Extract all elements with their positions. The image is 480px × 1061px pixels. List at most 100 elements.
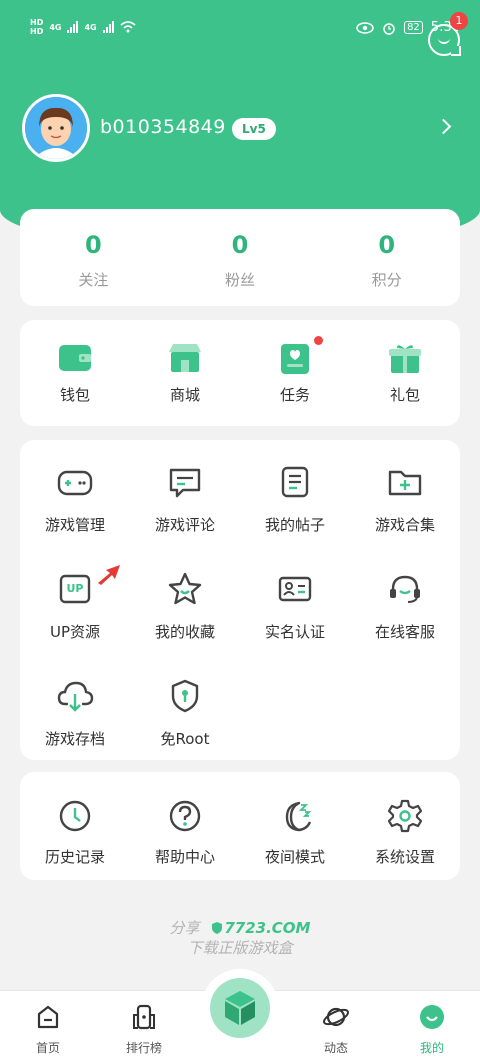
- misc-label: 夜间模式: [264, 848, 325, 866]
- battery-icon: 82: [404, 21, 423, 34]
- tool-label: UP资源: [49, 623, 101, 641]
- tool-label: 实名认证: [264, 623, 325, 641]
- real-name-auth-button[interactable]: 实名认证: [240, 569, 350, 676]
- home-icon: [37, 1005, 59, 1029]
- comment-icon: [169, 468, 201, 498]
- gear-icon: [387, 799, 423, 833]
- cube-icon: [225, 991, 255, 1025]
- id-card-icon: [278, 576, 312, 602]
- promo-site: 7723.COM: [224, 919, 311, 937]
- favorites-button[interactable]: 我的收藏: [130, 569, 240, 676]
- no-root-button[interactable]: 免Root: [130, 676, 240, 783]
- logo-icon: [212, 922, 223, 934]
- store-button[interactable]: 商城: [130, 320, 240, 426]
- game-collection-button[interactable]: 游戏合集: [350, 462, 460, 569]
- tab-label: 排行榜: [125, 1041, 162, 1055]
- clock-icon: [59, 800, 91, 832]
- red-arrow-icon: [98, 565, 120, 585]
- stat-label: 积分: [371, 271, 402, 289]
- gamepad-icon: [57, 470, 93, 496]
- game-save-button[interactable]: 游戏存档: [20, 676, 130, 783]
- misc-card: 历史记录 帮助中心 夜间模式 系统设置: [20, 772, 460, 880]
- cloud-download-icon: [57, 681, 94, 712]
- tool-label: 游戏评论: [154, 516, 215, 534]
- notification-dot: [314, 336, 323, 345]
- game-manage-button[interactable]: 游戏管理: [20, 462, 130, 569]
- help-icon: [169, 800, 201, 832]
- tab-ranking[interactable]: 排行榜: [96, 991, 192, 1061]
- store-icon: [169, 344, 201, 372]
- stat-label: 粉丝: [225, 271, 256, 289]
- gift-button[interactable]: 礼包: [350, 320, 460, 426]
- tool-label: 我的收藏: [154, 623, 215, 641]
- stat-value: 0: [84, 231, 102, 259]
- message-badge: 1: [450, 12, 468, 30]
- hd-indicators: HD HD: [30, 18, 43, 36]
- ranking-icon: [133, 1004, 155, 1030]
- task-button[interactable]: 任务: [240, 320, 350, 426]
- wifi-icon: [120, 21, 136, 33]
- network-type: 4G: [49, 22, 62, 32]
- misc-label: 系统设置: [374, 848, 435, 866]
- eye-icon: [356, 21, 374, 34]
- stat-following[interactable]: 0 关注: [20, 209, 167, 306]
- wallet-button[interactable]: 钱包: [20, 320, 130, 426]
- tab-label: 首页: [35, 1041, 60, 1055]
- hd-label: HD: [30, 27, 44, 36]
- gift-icon: [389, 345, 421, 373]
- tab-feed[interactable]: 动态: [288, 991, 384, 1061]
- quick-action-label: 钱包: [59, 386, 90, 404]
- planet-icon: [323, 1007, 349, 1027]
- up-resource-icon: UP: [55, 569, 95, 609]
- stat-value: 0: [231, 231, 249, 259]
- headset-icon: [390, 575, 420, 603]
- up-icon-text: UP: [66, 582, 84, 595]
- customer-service-button[interactable]: 在线客服: [350, 569, 460, 676]
- promo-text: 分享 7723.COM 下载正版游戏盒: [0, 918, 480, 958]
- tools-card: 游戏管理 游戏评论 我的帖子 游戏合集 UP UP资源 我的收藏 实名认证 在线…: [20, 440, 460, 760]
- me-icon: [420, 1005, 444, 1029]
- task-icon: [281, 344, 309, 374]
- quick-action-label: 礼包: [389, 386, 420, 404]
- quick-action-label: 商城: [169, 386, 200, 404]
- posts-icon: [281, 466, 309, 498]
- tab-home[interactable]: 首页: [0, 991, 96, 1061]
- quick-action-label: 任务: [279, 386, 310, 404]
- alarm-icon: [383, 22, 395, 35]
- tool-label: 游戏存档: [44, 730, 105, 748]
- game-box-circle: [210, 978, 270, 1038]
- game-box-button[interactable]: [207, 975, 273, 1041]
- system-settings-button[interactable]: 系统设置: [350, 796, 460, 880]
- game-review-button[interactable]: 游戏评论: [130, 462, 240, 569]
- promo-slogan: 下载正版游戏盒: [187, 939, 293, 957]
- help-center-button[interactable]: 帮助中心: [130, 796, 240, 880]
- history-button[interactable]: 历史记录: [20, 796, 130, 880]
- network-type: 4G: [84, 22, 97, 32]
- stat-fans[interactable]: 0 粉丝: [167, 209, 314, 306]
- status-bar: HD HD 4G 4G 82 5:34: [30, 12, 460, 42]
- tool-label: 在线客服: [374, 623, 435, 641]
- star-icon: [168, 572, 202, 605]
- tab-label: 我的: [419, 1041, 444, 1055]
- avatar-image: [25, 97, 87, 159]
- moon-icon: [285, 801, 312, 832]
- level-badge: Lv5: [232, 118, 276, 140]
- folder-add-icon: [388, 470, 422, 496]
- hd-label: HD: [30, 18, 44, 27]
- my-posts-button[interactable]: 我的帖子: [240, 462, 350, 569]
- tool-label: 我的帖子: [264, 516, 325, 534]
- shield-icon: [171, 679, 199, 713]
- signal-icon: [102, 21, 114, 33]
- promo-share: 分享: [169, 919, 200, 937]
- tab-label: 动态: [323, 1041, 348, 1055]
- tab-me[interactable]: 我的: [384, 991, 480, 1061]
- stats-card: 0 关注 0 粉丝 0 积分: [20, 209, 460, 306]
- signal-icon: [67, 21, 79, 33]
- avatar[interactable]: [22, 94, 90, 162]
- night-mode-button[interactable]: 夜间模式: [240, 796, 350, 880]
- stat-label: 关注: [78, 271, 109, 289]
- up-resource-button[interactable]: UP UP资源: [20, 565, 130, 676]
- stat-points[interactable]: 0 积分: [313, 209, 460, 306]
- tool-label: 游戏管理: [44, 516, 105, 534]
- quick-actions-card: 钱包 商城 任务 礼包: [20, 320, 460, 426]
